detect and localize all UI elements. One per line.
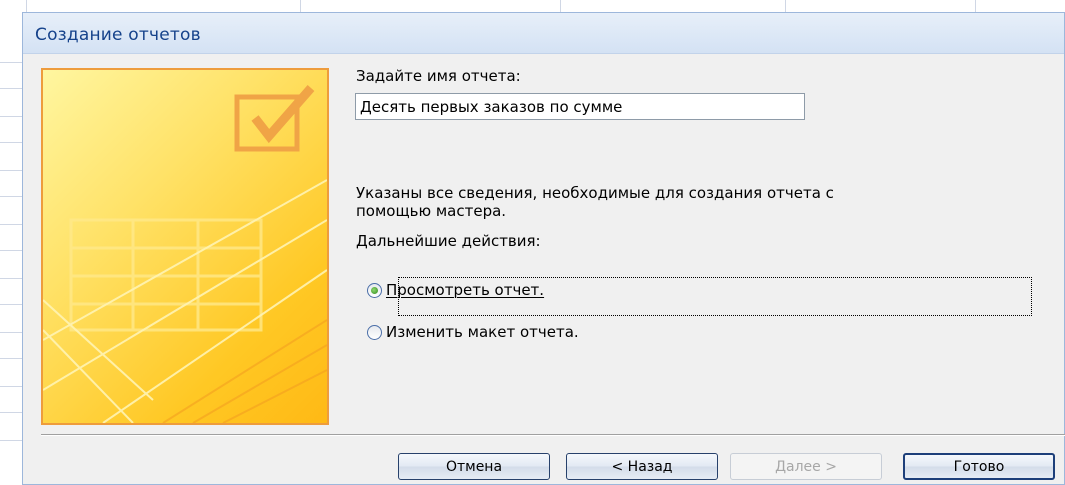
radio-modify-layout[interactable]	[367, 324, 382, 340]
cancel-button[interactable]: Отмена	[398, 453, 550, 480]
button-separator	[41, 434, 1065, 435]
wizard-banner-image	[41, 68, 329, 425]
option-preview-label: Просмотреть отчет.	[386, 281, 545, 299]
radio-preview-report[interactable]	[367, 282, 382, 298]
finish-button[interactable]: Готово	[903, 453, 1055, 480]
next-actions-label: Дальнейшие действия:	[356, 232, 541, 250]
next-button[interactable]: Далее >	[730, 453, 882, 480]
background-spreadsheet-header	[0, 0, 1065, 12]
option-preview-report[interactable]: Просмотреть отчет.	[367, 281, 544, 299]
report-name-label: Задайте имя отчета:	[356, 67, 521, 85]
info-text-line2: помощью мастера.	[356, 202, 507, 220]
dialog-titlebar[interactable]: Создание отчетов	[23, 13, 1064, 54]
info-text-line1: Указаны все сведения, необходимые для со…	[356, 184, 834, 202]
dialog-title: Создание отчетов	[35, 25, 201, 45]
report-name-input[interactable]	[355, 93, 805, 120]
option-modify-label: Изменить макет отчета.	[386, 323, 579, 341]
option-modify-layout[interactable]: Изменить макет отчета.	[367, 323, 579, 341]
back-button[interactable]: < Назад	[566, 453, 718, 480]
report-wizard-dialog: Создание отчетов Задайте имя отчета: Дес…	[22, 12, 1065, 485]
checkmark-icon	[234, 85, 315, 152]
